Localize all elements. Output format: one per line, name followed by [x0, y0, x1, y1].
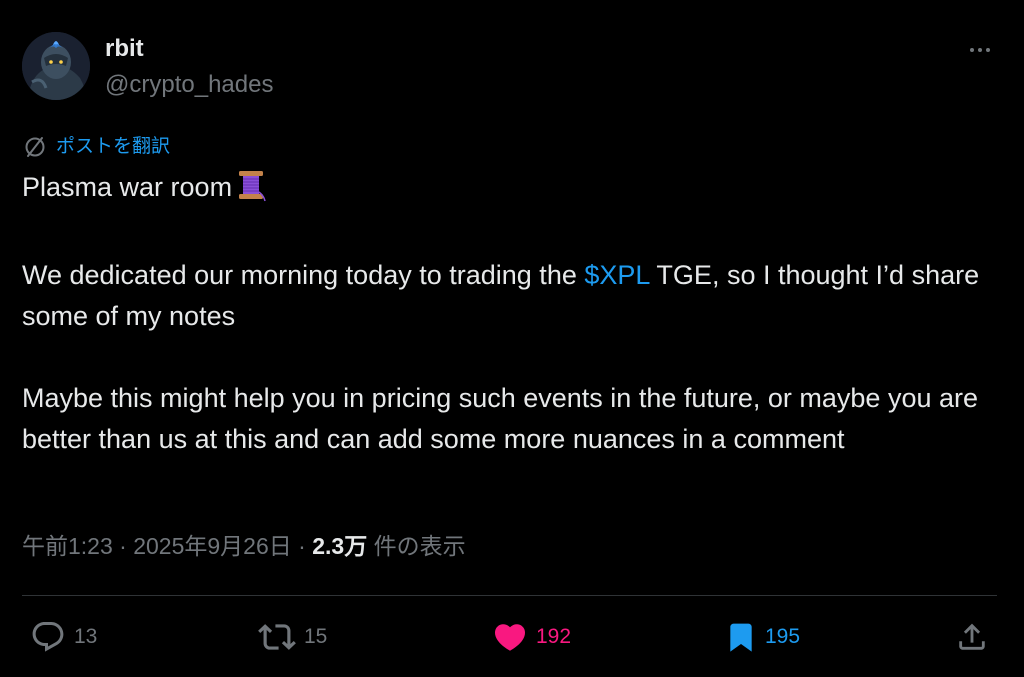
translate-label: ポストを翻訳 — [56, 136, 171, 157]
view-count[interactable]: 2.3万 — [312, 533, 367, 559]
bookmark-button[interactable]: 195 — [725, 612, 800, 662]
repost-count: 15 — [304, 625, 328, 648]
post-paragraph-3: Maybe this might help you in pricing suc… — [22, 383, 979, 454]
like-count: 192 — [536, 625, 572, 648]
action-bar: 13 15 192 195 — [0, 612, 1024, 662]
post-date[interactable]: 2025年9月26日 — [133, 533, 292, 559]
author-name[interactable]: rbit — [105, 35, 144, 63]
post-line-1: Plasma war room — [22, 167, 1002, 214]
reply-icon — [32, 622, 64, 652]
meta-separator: · — [291, 533, 313, 559]
divider — [22, 595, 997, 596]
post-body: Plasma war room We dedicated our morning… — [22, 167, 1002, 460]
avatar[interactable] — [22, 32, 90, 100]
bookmark-count: 195 — [765, 625, 801, 648]
post-text-segment: We dedicated our morning today to tradin… — [22, 260, 585, 290]
more-button[interactable] — [964, 40, 996, 60]
share-button[interactable] — [955, 612, 989, 662]
heart-icon — [494, 624, 526, 651]
translate-button[interactable]: ポストを翻訳 — [22, 134, 170, 160]
repost-icon — [258, 624, 296, 650]
view-label: 件の表示 — [367, 533, 466, 559]
share-icon — [959, 623, 985, 650]
post-title-text: Plasma war room — [22, 172, 233, 202]
more-icon — [970, 48, 974, 52]
reply-button[interactable]: 13 — [30, 612, 97, 662]
reply-count: 13 — [74, 625, 98, 648]
meta-separator: · — [112, 533, 134, 559]
thread-spool-emoji — [236, 168, 266, 214]
avatar-image — [22, 32, 90, 100]
repost-button[interactable]: 15 — [258, 612, 327, 662]
cashtag-link[interactable]: $XPL — [584, 260, 649, 290]
translate-icon — [25, 137, 45, 157]
post-meta: 午前1:23 · 2025年9月26日 · 2.3万 件の表示 — [22, 530, 466, 562]
more-icon-dot — [978, 48, 982, 52]
post: rbit @crypto_hades ポストを翻訳 Plasma war roo… — [0, 0, 1024, 677]
bookmark-icon — [730, 623, 752, 652]
post-time[interactable]: 午前1:23 — [22, 533, 113, 559]
post-paragraph-2: We dedicated our morning today to tradin… — [22, 255, 1002, 337]
like-button[interactable]: 192 — [492, 612, 571, 662]
author-handle[interactable]: @crypto_hades — [105, 71, 273, 99]
more-icon-dot — [986, 48, 990, 52]
